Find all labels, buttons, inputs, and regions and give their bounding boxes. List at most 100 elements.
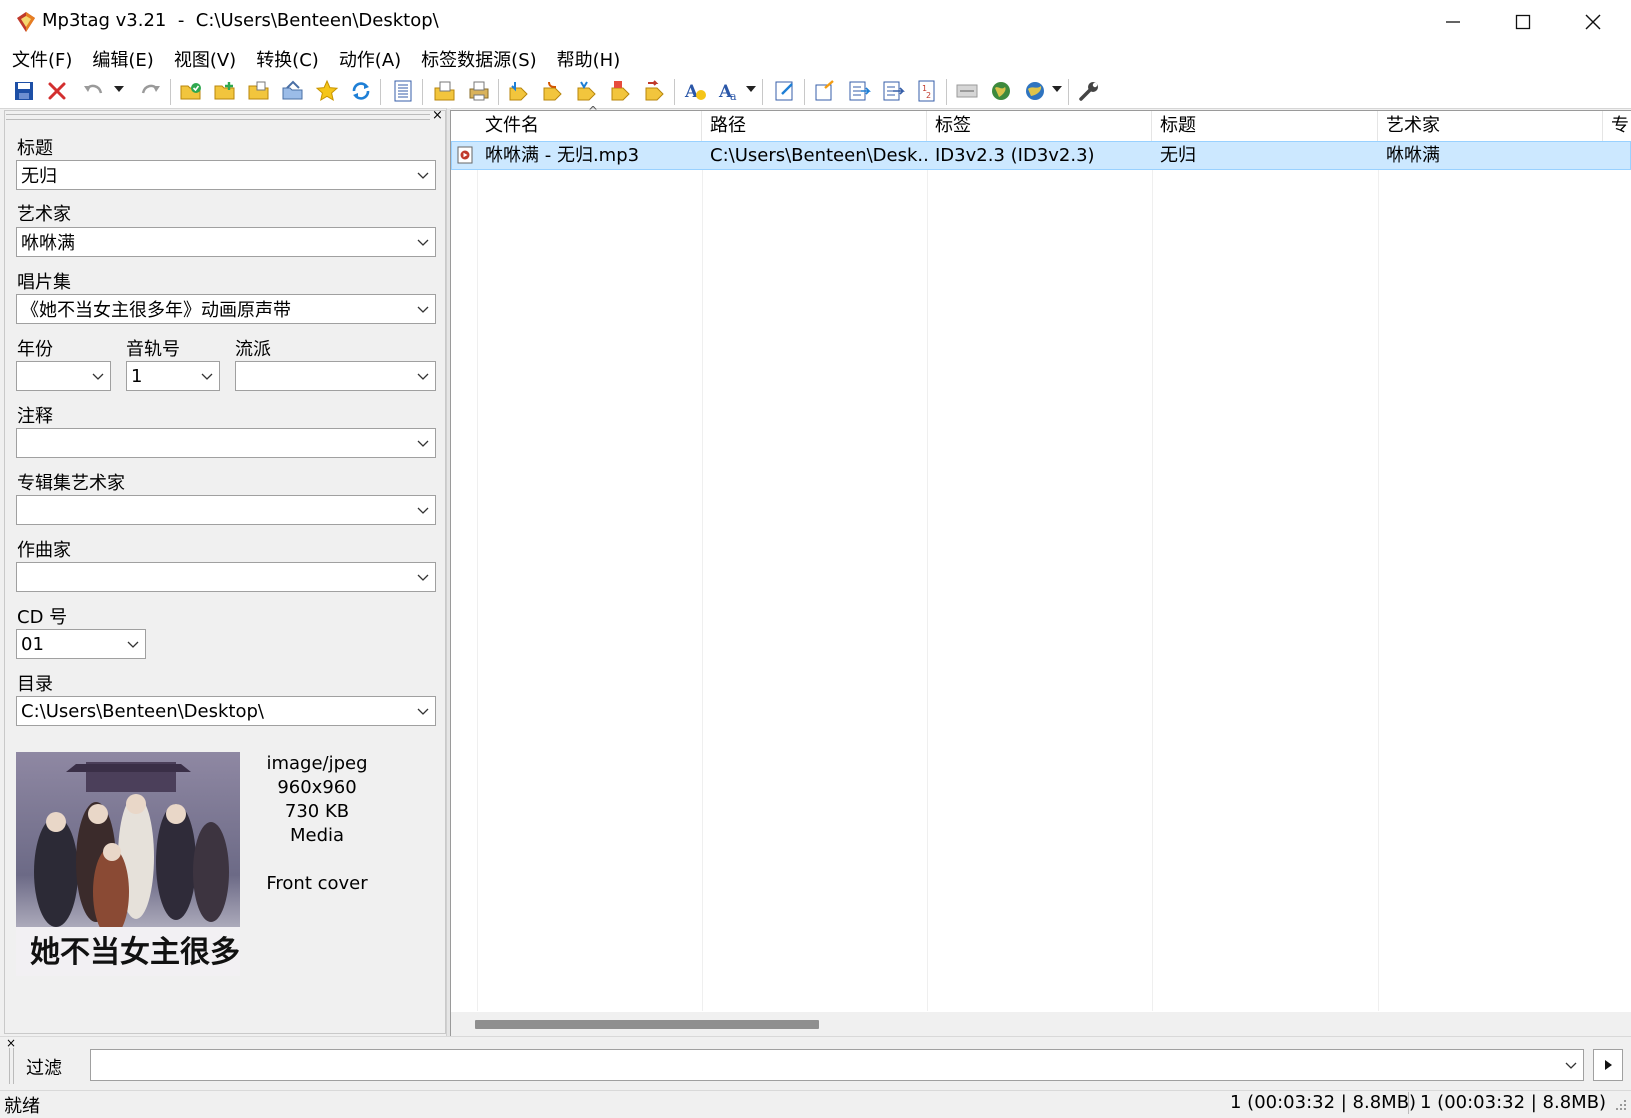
album-value: 《她不当女主很多年》动画原声带	[21, 300, 291, 321]
chevron-down-icon[interactable]	[1559, 1051, 1583, 1079]
chevron-down-icon[interactable]	[411, 228, 435, 256]
composer-label: 作曲家	[17, 540, 71, 561]
title-value: 无归	[21, 166, 57, 187]
cover-art[interactable]: 她不当女主很多年	[16, 752, 240, 976]
year-field[interactable]	[16, 361, 111, 391]
undo-dropdown-icon[interactable]	[114, 86, 124, 92]
add-directory-icon[interactable]	[212, 78, 238, 104]
directory-value: C:\Users\Benteen\Desktop\	[21, 700, 264, 722]
app-logo-icon[interactable]	[14, 10, 38, 34]
play-arrow-icon	[1605, 1060, 1612, 1070]
chevron-down-icon[interactable]	[121, 630, 145, 658]
audio-file-icon	[456, 146, 474, 164]
cell-filename: 咻咻满 - 无归.mp3	[485, 145, 640, 166]
track-field[interactable]: 1	[126, 361, 220, 391]
move-icon[interactable]	[846, 78, 872, 104]
options-wrench-icon[interactable]	[1076, 78, 1102, 104]
tag-filename-icon[interactable]	[506, 78, 532, 104]
track-label: 音轨号	[126, 339, 180, 360]
extended-tags-icon[interactable]	[390, 78, 416, 104]
rename-icon[interactable]	[642, 78, 668, 104]
menu-help[interactable]: 帮助(H)	[549, 46, 631, 72]
filename-tag-icon[interactable]	[540, 78, 566, 104]
maximize-button[interactable]	[1488, 0, 1558, 44]
year-label: 年份	[17, 339, 53, 360]
chevron-down-icon[interactable]	[411, 697, 435, 725]
column-header-path[interactable]: 路径	[702, 111, 927, 141]
status-total: 1 (00:03:32 | 8.8MB)	[1420, 1092, 1607, 1113]
favorite-folder-icon[interactable]	[280, 78, 306, 104]
sequence-icon[interactable]: 12	[914, 78, 940, 104]
remove-tag-icon[interactable]	[44, 78, 70, 104]
web-source-dropdown-icon[interactable]	[1052, 86, 1062, 92]
close-button[interactable]	[1558, 0, 1628, 44]
chevron-down-icon[interactable]	[411, 496, 435, 524]
menu-edit[interactable]: 编辑(E)	[84, 46, 163, 72]
genre-field[interactable]	[235, 361, 436, 391]
text-file-tag-icon[interactable]	[574, 78, 600, 104]
disc-field[interactable]: 01	[16, 629, 146, 659]
filter-grip[interactable]	[9, 1048, 14, 1084]
menu-actions[interactable]: 动作(A)	[331, 46, 411, 72]
open-folder-icon[interactable]	[246, 78, 272, 104]
chevron-down-icon[interactable]	[411, 295, 435, 323]
change-directory-icon[interactable]	[178, 78, 204, 104]
album-field[interactable]: 《她不当女主很多年》动画原声带	[16, 294, 436, 324]
actions-dropdown-icon[interactable]	[746, 86, 756, 92]
print-icon[interactable]	[466, 78, 492, 104]
comment-field[interactable]	[16, 428, 436, 458]
web-source-2-icon[interactable]	[1022, 78, 1048, 104]
chevron-down-icon[interactable]	[411, 563, 435, 591]
column-header-artist[interactable]: 艺术家	[1378, 111, 1603, 141]
directory-label: 目录	[17, 674, 53, 695]
genre-label: 流派	[235, 339, 271, 360]
menu-tag-sources[interactable]: 标签数据源(S)	[413, 46, 546, 72]
menu-convert[interactable]: 转换(C)	[248, 46, 329, 72]
save-icon[interactable]	[11, 78, 37, 104]
menu-file[interactable]: 文件(F)	[4, 46, 82, 72]
filter-label: 过滤	[26, 1058, 62, 1079]
scrollbar-thumb[interactable]	[475, 1020, 819, 1029]
minimize-button[interactable]	[1418, 0, 1488, 44]
web-source-icon[interactable]	[988, 78, 1014, 104]
panel-close-icon[interactable]: ×	[432, 108, 443, 123]
resize-grip-icon[interactable]	[1612, 1096, 1628, 1112]
edit-playlist-icon[interactable]	[772, 78, 798, 104]
chevron-down-icon[interactable]	[411, 161, 435, 189]
redo-icon[interactable]	[138, 78, 164, 104]
actions-icon[interactable]: Aa	[716, 78, 742, 104]
filter-input[interactable]	[90, 1049, 1584, 1081]
directory-field[interactable]: C:\Users\Benteen\Desktop\	[16, 696, 436, 726]
title-field[interactable]: 无归	[16, 160, 436, 190]
undo-icon[interactable]	[80, 78, 106, 104]
chevron-down-icon[interactable]	[195, 362, 219, 390]
chevron-down-icon[interactable]	[411, 429, 435, 457]
cell-title: 无归	[1160, 145, 1196, 166]
menu-view[interactable]: 视图(V)	[166, 46, 246, 72]
column-header-title[interactable]: 标题	[1152, 111, 1378, 141]
file-list	[450, 110, 1631, 1036]
filter-go-button[interactable]	[1593, 1049, 1623, 1081]
refresh-icon[interactable]	[348, 78, 374, 104]
sort-ascending-icon: ^	[588, 104, 599, 118]
minimize-icon	[1446, 21, 1460, 23]
chevron-down-icon[interactable]	[86, 362, 110, 390]
album-artist-field[interactable]	[16, 495, 436, 525]
panel-grip[interactable]	[6, 114, 430, 120]
column-header-tag[interactable]: 标签	[927, 111, 1152, 141]
disc-value: 01	[21, 633, 44, 655]
export-icon[interactable]	[432, 78, 458, 104]
composer-field[interactable]	[16, 562, 436, 592]
case-conversion-icon[interactable]: A	[682, 78, 708, 104]
status-text: 就绪	[4, 1096, 40, 1117]
copy-icon[interactable]	[880, 78, 906, 104]
column-header-album[interactable]: 专	[1603, 111, 1631, 141]
artist-field[interactable]: 咻咻满	[16, 227, 436, 257]
cover-mime: image/jpeg	[266, 753, 368, 774]
playlist-icon[interactable]	[812, 78, 838, 104]
discogs-icon[interactable]	[954, 78, 980, 104]
favorites-star-icon[interactable]	[314, 78, 340, 104]
tag-tag-icon[interactable]	[608, 78, 634, 104]
chevron-down-icon[interactable]	[411, 362, 435, 390]
maximize-icon	[1515, 14, 1531, 30]
